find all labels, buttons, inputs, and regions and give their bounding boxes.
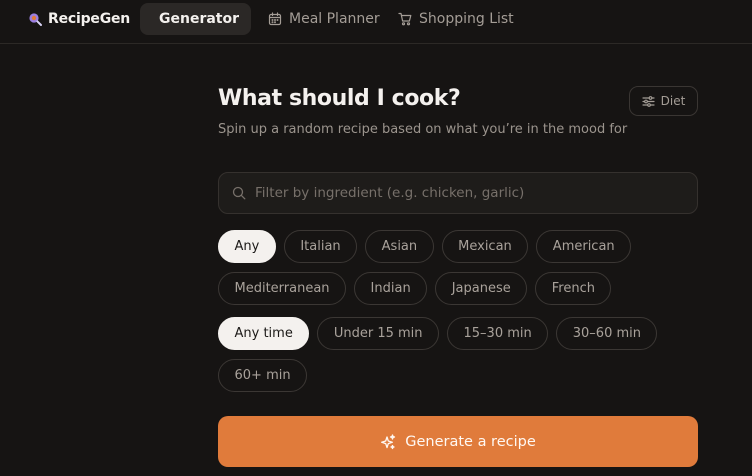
- ingredient-search-input[interactable]: [255, 185, 697, 201]
- chip-cuisine-indian[interactable]: Indian: [354, 272, 428, 305]
- cuisine-filter-row: Mediterranean Indian Japanese French: [218, 272, 612, 305]
- page-title: What should I cook?: [218, 86, 461, 111]
- tab-meal-planner-label: Meal Planner: [289, 11, 380, 27]
- chip-cuisine-japanese[interactable]: Japanese: [435, 272, 528, 305]
- generate-recipe-button[interactable]: Generate a recipe: [218, 416, 698, 467]
- chip-cuisine-any[interactable]: Any: [218, 230, 276, 263]
- brand-logo[interactable]: RecipeGen: [28, 9, 130, 29]
- cart-icon: [398, 12, 412, 26]
- chip-time-15-30[interactable]: 15–30 min: [447, 317, 549, 350]
- diet-filter-label: Diet: [660, 94, 686, 108]
- sliders-icon: [642, 95, 655, 107]
- brand-name: RecipeGen: [48, 11, 131, 27]
- sparkles-icon: [381, 433, 396, 449]
- generate-recipe-label: Generate a recipe: [405, 433, 536, 450]
- chip-cuisine-mediterranean[interactable]: Mediterranean: [218, 272, 347, 305]
- chip-time-under-15[interactable]: Under 15 min: [317, 317, 440, 350]
- chip-cuisine-american[interactable]: American: [536, 230, 632, 263]
- cuisine-filter-row: Any Italian Asian Mexican American: [218, 230, 632, 263]
- tab-generator[interactable]: Generator: [140, 3, 251, 35]
- tab-generator-label: Generator: [159, 11, 240, 27]
- chip-cuisine-italian[interactable]: Italian: [283, 230, 358, 263]
- tab-shopping-list-label: Shopping List: [419, 11, 514, 27]
- magnifier-logo-icon: [29, 13, 42, 26]
- chip-cuisine-french[interactable]: French: [535, 272, 612, 305]
- top-nav: RecipeGen Generator Meal Planner Shoppin…: [0, 0, 752, 44]
- chip-cuisine-mexican[interactable]: Mexican: [441, 230, 529, 263]
- page-subtitle: Spin up a random recipe based on what yo…: [218, 122, 628, 137]
- search-icon: [232, 186, 246, 200]
- time-filter-row: 60+ min: [218, 359, 308, 392]
- tab-shopping-list[interactable]: Shopping List: [386, 3, 526, 35]
- chip-time-30-60[interactable]: 30–60 min: [556, 317, 658, 350]
- tab-meal-planner[interactable]: Meal Planner: [256, 3, 392, 35]
- chip-time-60-plus[interactable]: 60+ min: [218, 359, 308, 392]
- chip-time-any[interactable]: Any time: [218, 317, 310, 350]
- ingredient-search: [218, 172, 698, 214]
- chip-cuisine-asian[interactable]: Asian: [365, 230, 434, 263]
- calendar-icon: [268, 12, 282, 26]
- time-filter-row: Any time Under 15 min 15–30 min 30–60 mi…: [218, 317, 658, 350]
- diet-filter-button[interactable]: Diet: [629, 86, 698, 116]
